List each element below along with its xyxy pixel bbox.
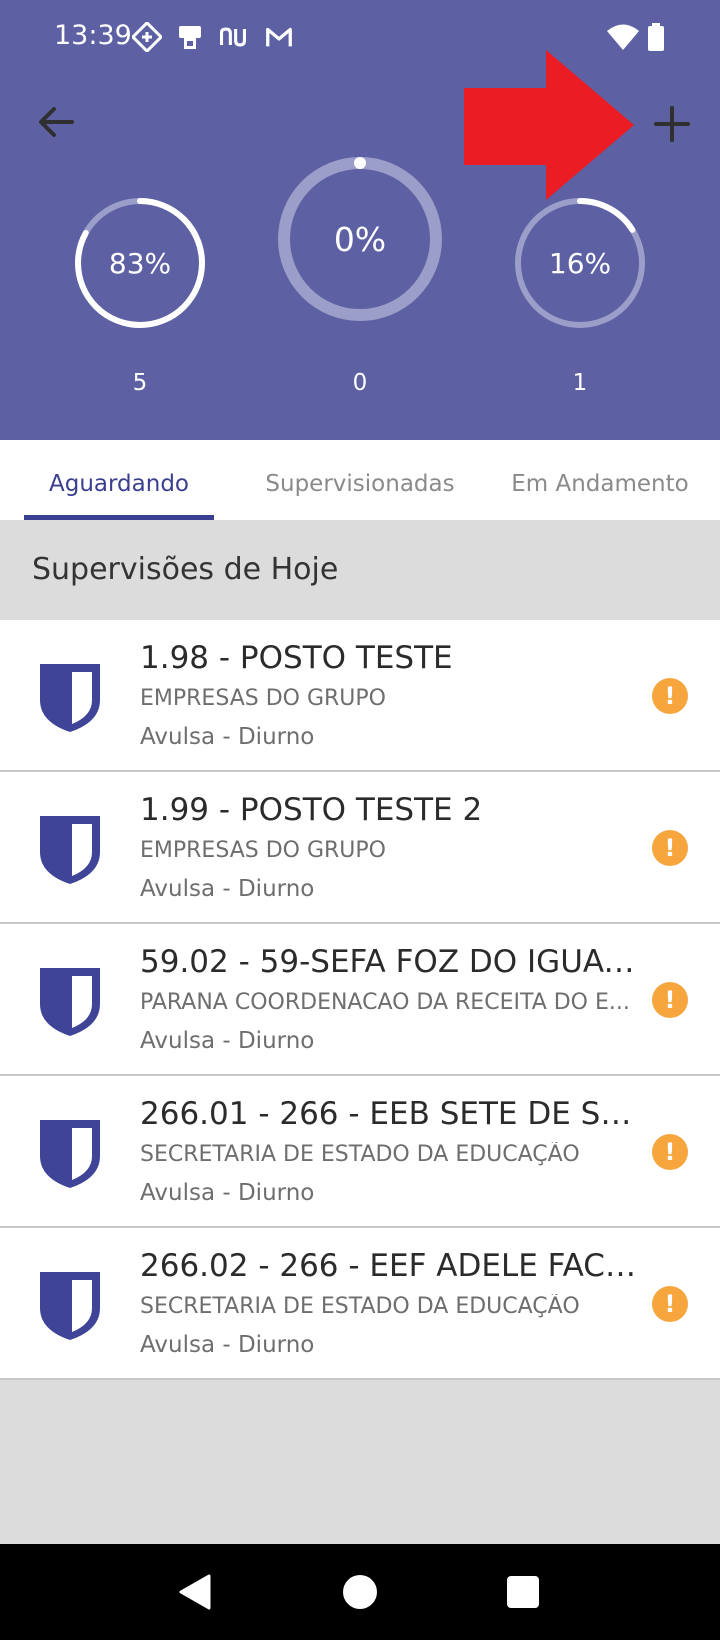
shield-icon (40, 1272, 100, 1340)
pos-icon (179, 26, 201, 49)
gauge-percent: 0% (333, 219, 387, 259)
tab-em-andamento[interactable]: Em Andamento (500, 440, 700, 520)
item-company: EMPRESAS DO GRUPO (140, 686, 386, 711)
tab-aguardando[interactable]: Aguardando (24, 440, 214, 520)
item-shift: Avulsa - Diurno (140, 1332, 315, 1358)
add-button[interactable] (644, 96, 700, 152)
gauge-count: 1 (572, 370, 588, 396)
item-title: 1.98 - POSTO TESTE (140, 640, 453, 676)
item-company: SECRETARIA DE ESTADO DA EDUCAÇÃO (140, 1294, 580, 1319)
alert-icon: ! (652, 1134, 688, 1170)
section-title: Supervisões de Hoje (32, 552, 339, 587)
item-shift: Avulsa - Diurno (140, 1180, 315, 1206)
nav-back-icon[interactable] (175, 1572, 215, 1612)
app-header: 13:39 83% 0% 16% 5 0 1 (0, 0, 720, 440)
system-nav-bar (0, 1544, 720, 1640)
gauge-em-andamento: 16% (513, 196, 647, 330)
gauge-count: 5 (132, 370, 148, 396)
item-shift: Avulsa - Diurno (140, 876, 315, 902)
item-company: EMPRESAS DO GRUPO (140, 838, 386, 863)
annotation-arrow (464, 50, 634, 200)
vpn-icon (132, 22, 162, 52)
item-title: 1.99 - POSTO TESTE 2 (140, 792, 483, 828)
tab-supervisionadas[interactable]: Supervisionadas (254, 440, 466, 520)
item-shift: Avulsa - Diurno (140, 724, 315, 750)
battery-icon (648, 23, 664, 51)
nubank-icon (219, 27, 247, 47)
nav-recents-icon[interactable] (503, 1572, 543, 1612)
item-title: 266.01 - 266 - EEB SETE DE SETE... (140, 1096, 640, 1132)
item-shift: Avulsa - Diurno (140, 1028, 315, 1054)
gauge-supervisionadas: 0% (277, 156, 443, 322)
shield-icon (40, 1120, 100, 1188)
gauge-aguardando: 83% (73, 196, 207, 330)
gmail-icon (266, 27, 292, 47)
shield-icon (40, 664, 100, 732)
list-item[interactable]: 266.01 - 266 - EEB SETE DE SETE... SECRE… (0, 1076, 720, 1228)
shield-icon (40, 816, 100, 884)
item-company: PARANA COORDENACAO DA RECEITA DO E... (140, 990, 630, 1015)
supervision-list: 1.98 - POSTO TESTE EMPRESAS DO GRUPO Avu… (0, 620, 720, 1380)
alert-icon: ! (652, 678, 688, 714)
list-item[interactable]: 59.02 - 59-SEFA FOZ DO IGUAÇU PARANA COO… (0, 924, 720, 1076)
shield-icon (40, 968, 100, 1036)
list-item[interactable]: 1.98 - POSTO TESTE EMPRESAS DO GRUPO Avu… (0, 620, 720, 772)
item-company: SECRETARIA DE ESTADO DA EDUCAÇÃO (140, 1142, 580, 1167)
alert-icon: ! (652, 1286, 688, 1322)
nav-home-icon[interactable] (340, 1572, 380, 1612)
status-time: 13:39 (54, 20, 132, 51)
alert-icon: ! (652, 982, 688, 1018)
list-item[interactable]: 1.99 - POSTO TESTE 2 EMPRESAS DO GRUPO A… (0, 772, 720, 924)
tab-bar: Aguardando Supervisionadas Em Andamento (0, 440, 720, 520)
wifi-icon (607, 24, 639, 50)
list-item[interactable]: 266.02 - 266 - EEF ADELE FACCI... SECRET… (0, 1228, 720, 1380)
item-title: 266.02 - 266 - EEF ADELE FACCI... (140, 1248, 640, 1284)
gauge-percent: 16% (548, 246, 612, 280)
item-title: 59.02 - 59-SEFA FOZ DO IGUAÇU (140, 944, 640, 980)
alert-icon: ! (652, 830, 688, 866)
back-button[interactable] (30, 96, 82, 148)
gauge-percent: 83% (108, 246, 172, 280)
section-header: Supervisões de Hoje (0, 520, 720, 620)
gauge-count: 0 (352, 370, 368, 396)
